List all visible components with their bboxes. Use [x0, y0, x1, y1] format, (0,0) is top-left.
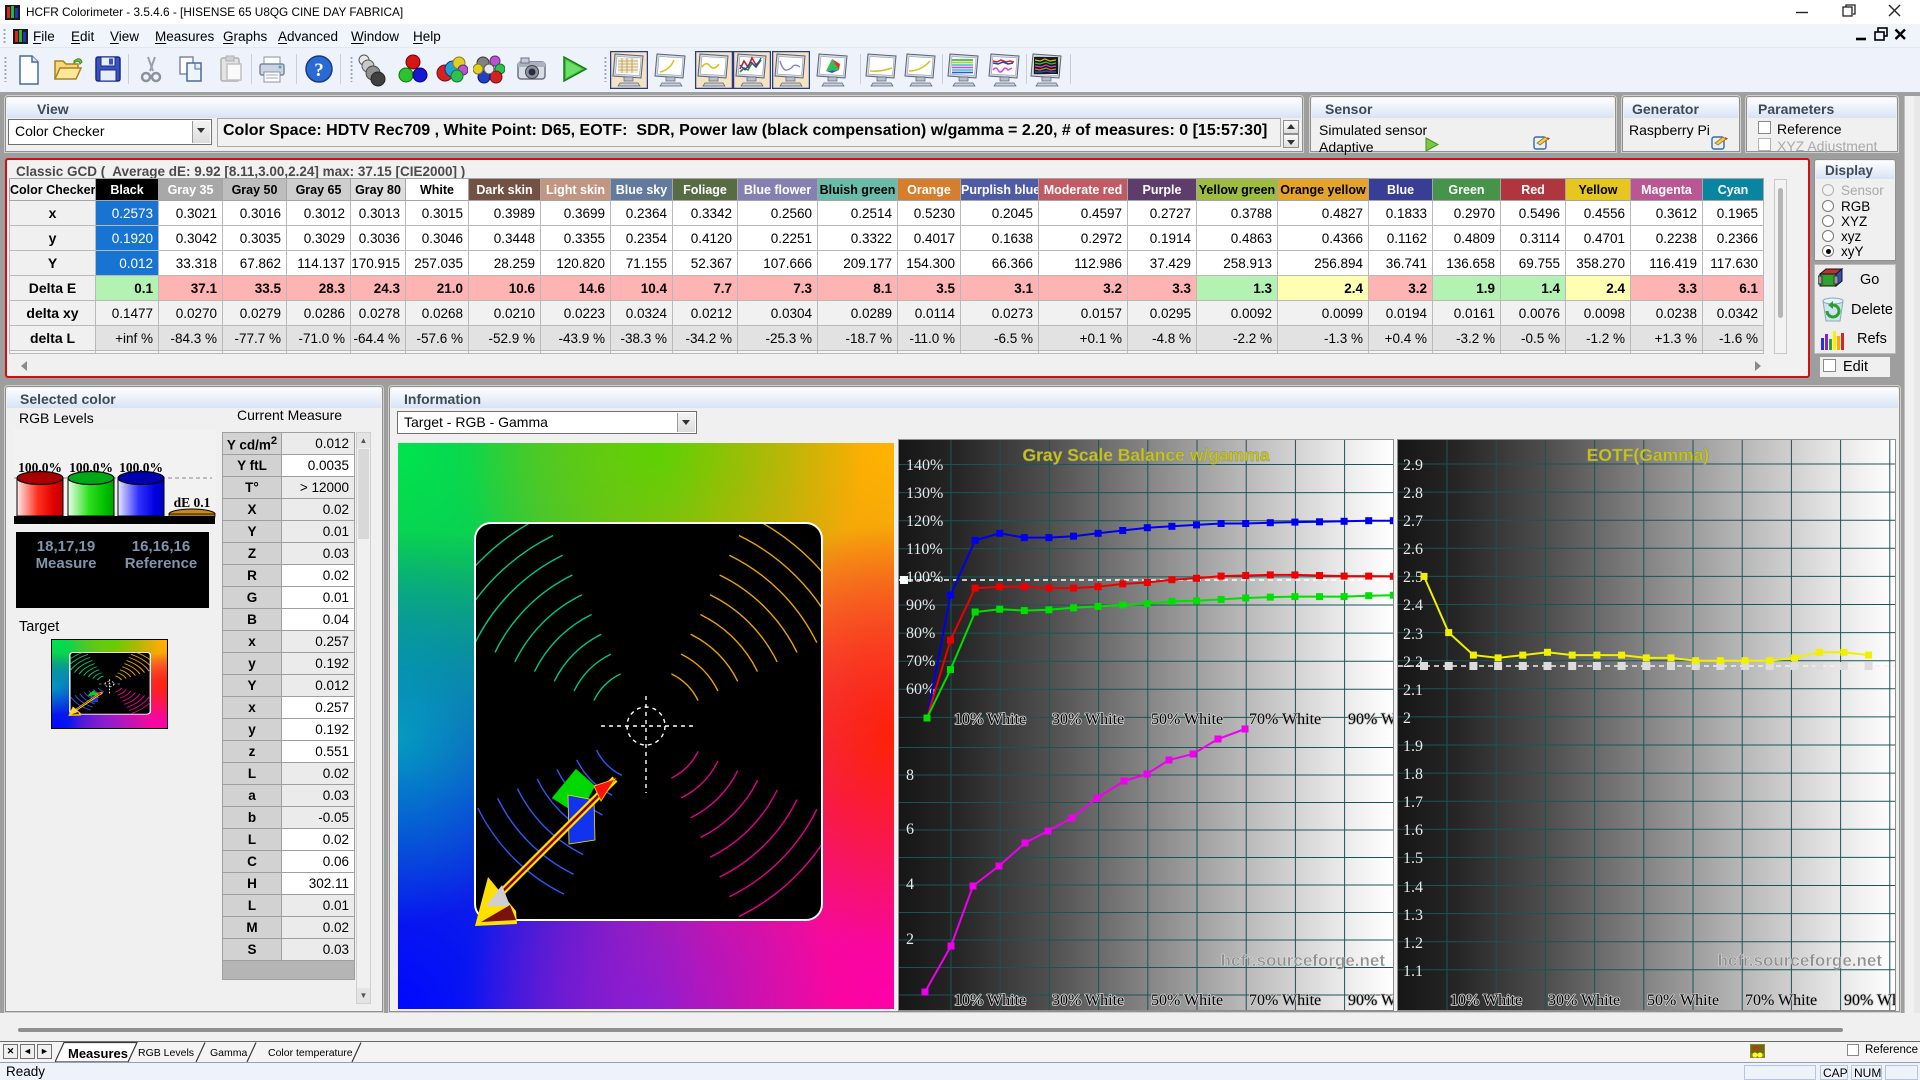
svg-text:100%: 100%	[906, 569, 943, 586]
svg-text:110%: 110%	[906, 541, 943, 558]
svg-text:100.0%: 100.0%	[69, 460, 113, 475]
svg-text:70% White: 70% White	[1249, 992, 1321, 1009]
svg-text:140%: 140%	[906, 457, 943, 474]
svg-text:100.0%: 100.0%	[18, 460, 62, 475]
svg-text:10% White: 10% White	[954, 711, 1026, 728]
svg-text:130%: 130%	[906, 485, 943, 502]
svg-text:2.4: 2.4	[1403, 597, 1423, 614]
svg-text:90%: 90%	[906, 597, 935, 614]
svg-text:1.5: 1.5	[1403, 850, 1423, 867]
svg-text:1.7: 1.7	[1403, 794, 1423, 811]
svg-text:2.8: 2.8	[1403, 485, 1423, 502]
svg-text:2.9: 2.9	[1403, 457, 1423, 474]
svg-text:2: 2	[906, 931, 914, 948]
svg-text:2.7: 2.7	[1403, 513, 1423, 530]
svg-text:1.4: 1.4	[1403, 879, 1423, 896]
svg-text:120%: 120%	[906, 513, 943, 530]
svg-text:1.3: 1.3	[1403, 907, 1423, 924]
svg-text:30% White: 30% White	[1052, 992, 1124, 1009]
svg-text:8: 8	[906, 767, 914, 784]
svg-text:1.8: 1.8	[1403, 766, 1423, 783]
svg-text:dE 0.1: dE 0.1	[174, 495, 211, 510]
svg-text:10% White: 10% White	[1450, 992, 1522, 1009]
svg-text:2: 2	[1403, 710, 1411, 727]
svg-text:hcfr.sourceforge.net: hcfr.sourceforge.net	[1221, 951, 1386, 970]
svg-text:2.6: 2.6	[1403, 541, 1423, 558]
svg-text:EOTF(Gamma): EOTF(Gamma)	[1587, 445, 1710, 465]
svg-text:90% Wh: 90% Wh	[1348, 992, 1393, 1009]
svg-text:hcfr.sourceforge.net: hcfr.sourceforge.net	[1718, 951, 1883, 970]
svg-text:50% White: 50% White	[1647, 992, 1719, 1009]
svg-text:70%: 70%	[906, 653, 935, 670]
svg-text:?: ?	[314, 60, 324, 81]
svg-text:50% White: 50% White	[1151, 711, 1223, 728]
svg-text:80%: 80%	[906, 625, 935, 642]
svg-text:10% White: 10% White	[954, 992, 1026, 1009]
svg-text:4: 4	[906, 876, 914, 893]
svg-text:70% White: 70% White	[1249, 711, 1321, 728]
svg-text:2.1: 2.1	[1403, 682, 1423, 699]
svg-text:90% Wh: 90% Wh	[1348, 711, 1393, 728]
svg-text:Gray Scale Balance w/gamma: Gray Scale Balance w/gamma	[1022, 445, 1269, 465]
svg-text:90% Wh: 90% Wh	[1844, 992, 1895, 1009]
svg-text:70% White: 70% White	[1745, 992, 1817, 1009]
svg-text:100.0%: 100.0%	[119, 460, 163, 475]
svg-text:2.5: 2.5	[1403, 569, 1423, 586]
svg-text:1.1: 1.1	[1403, 963, 1423, 980]
svg-text:30% White: 30% White	[1052, 711, 1124, 728]
svg-text:1.6: 1.6	[1403, 822, 1423, 839]
svg-text:6: 6	[906, 821, 914, 838]
svg-text:2.3: 2.3	[1403, 626, 1423, 643]
svg-text:30% White: 30% White	[1548, 992, 1620, 1009]
svg-text:1.9: 1.9	[1403, 738, 1423, 755]
svg-text:50% White: 50% White	[1151, 992, 1223, 1009]
svg-text:1.2: 1.2	[1403, 935, 1423, 952]
